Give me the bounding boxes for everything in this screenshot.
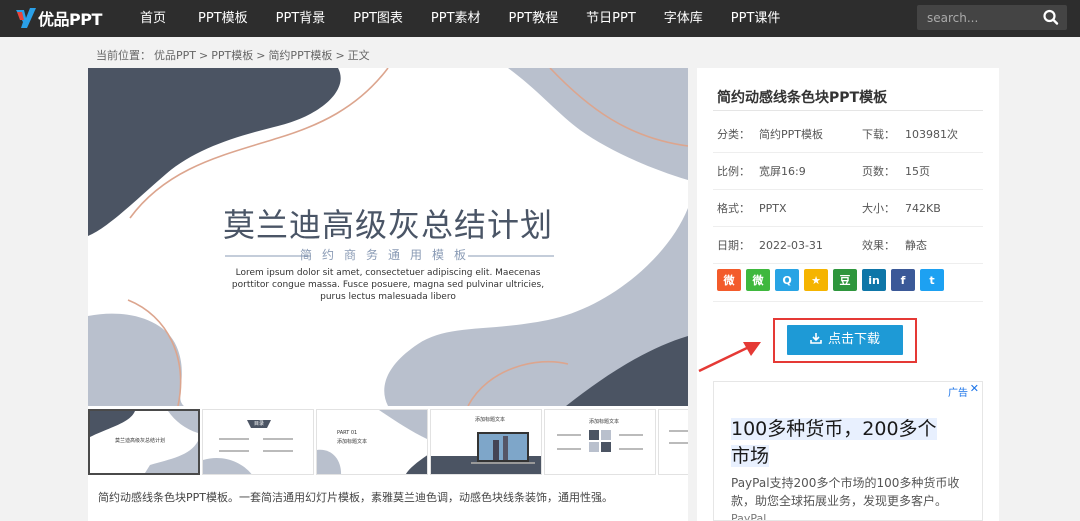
breadcrumb-home[interactable]: 优品PPT — [154, 49, 196, 62]
nav-item-ppt-backgrounds[interactable]: PPT背景 — [264, 0, 338, 37]
effect-label: 效果： — [862, 239, 895, 252]
pages-label: 页数： — [862, 165, 895, 178]
nav-item-fonts[interactable]: 字体库 — [652, 0, 715, 37]
download-label: 点击下载 — [827, 332, 880, 347]
main-nav: 首页 PPT模板 PPT背景 PPT图表 PPT素材 PPT教程 节日PPT 字… — [128, 0, 796, 37]
top-navigation-bar: 优品PPT 首页 PPT模板 PPT背景 PPT图表 PPT素材 PPT教程 节… — [0, 0, 1080, 37]
divider — [713, 301, 983, 302]
info-row-category: 分类： 简约PPT模板 下载： 103981次 — [713, 116, 983, 153]
share-douban-icon[interactable]: 豆 — [833, 269, 857, 291]
preview-subtitle: 简约商务通用模板 — [299, 248, 476, 262]
thumbnail-caption: 添加标题文本 — [475, 417, 506, 423]
breadcrumb-separator: > — [199, 49, 209, 62]
download-button[interactable]: 点击下载 — [787, 325, 903, 355]
format-value: PPTX — [759, 202, 787, 215]
share-wechat-icon[interactable]: 微 — [746, 269, 770, 291]
advertisement[interactable]: 广告 ✕ 100多种货币，200多个 市场 PayPal支持200多个市场的10… — [713, 381, 983, 521]
red-arrow-annotation — [698, 342, 761, 373]
nav-item-ppt-charts[interactable]: PPT图表 — [341, 0, 415, 37]
ratio-value: 宽屏16:9 — [759, 165, 806, 178]
thumbnail-2[interactable]: 目录 — [202, 409, 314, 475]
search-icon[interactable] — [1041, 8, 1061, 27]
ad-headline-line1: 100多种货币，200多个 — [731, 418, 937, 440]
ad-body: PayPal支持200多个市场的100多种货币收款，助您全球拓展业务，发现更多客… — [731, 476, 960, 508]
share-weibo-icon[interactable]: 微 — [717, 269, 741, 291]
site-logo[interactable]: 优品PPT — [14, 3, 102, 33]
downloads-value: 103981次 — [905, 128, 958, 141]
breadcrumb: 当前位置： 优品PPT > PPT模板 > 简约PPT模板 > 正文 — [96, 47, 373, 63]
thumbnail-3[interactable]: PART 01 添加标题文本 — [316, 409, 428, 475]
template-preview[interactable]: 莫兰迪高级灰总结计划 简约商务通用模板 Lorem ipsum dolor si… — [88, 68, 688, 406]
download-icon — [810, 333, 822, 344]
breadcrumb-separator: > — [335, 49, 345, 62]
thumbnail-caption: 莫兰迪高级灰总结计划 — [115, 438, 166, 444]
ratio-label: 比例： — [717, 165, 750, 178]
ad-headline-line2: 市场 — [731, 445, 770, 467]
share-qzone-icon[interactable]: ★ — [804, 269, 828, 291]
nav-item-home[interactable]: 首页 — [128, 0, 178, 37]
share-buttons: 微微 Q ★ 豆 in f t — [717, 269, 949, 291]
breadcrumb-current: 正文 — [347, 49, 370, 62]
size-value: 742KB — [905, 202, 941, 215]
date-value: 2022-03-31 — [759, 239, 823, 252]
breadcrumb-simple-templates[interactable]: 简约PPT模板 — [268, 49, 332, 62]
thumbnail-5[interactable]: 添加标题文本 — [544, 409, 656, 475]
logo-text: 优品PPT — [38, 10, 102, 29]
thumbnail-caption: 添加标题文本 — [337, 439, 368, 445]
thumbnail-caption: PART 01 — [337, 430, 358, 436]
ad-headline[interactable]: 100多种货币，200多个 市场 — [731, 416, 971, 470]
nav-item-holiday-ppt[interactable]: 节日PPT — [574, 0, 648, 37]
info-row-date: 日期： 2022-03-31 效果： 静态 — [713, 227, 983, 264]
nav-item-ppt-tutorials[interactable]: PPT教程 — [497, 0, 571, 37]
breadcrumb-ppt-templates[interactable]: PPT模板 — [211, 49, 253, 62]
breadcrumb-separator: > — [256, 49, 266, 62]
close-icon[interactable]: ✕ — [970, 382, 979, 395]
ad-brand: PayPal — [731, 512, 767, 521]
thumbnail-caption: 目录 — [254, 421, 265, 427]
thumbnail-art — [317, 410, 427, 474]
downloads-label: 下载： — [862, 128, 895, 141]
template-title: 简约动感线条色块PPT模板 — [717, 90, 888, 106]
download-highlight-box: 点击下载 — [773, 318, 917, 363]
share-linkedin-icon[interactable]: in — [862, 269, 886, 291]
preview-title: 莫兰迪高级灰总结计划 — [222, 206, 553, 244]
main-content: 莫兰迪高级灰总结计划 简约商务通用模板 Lorem ipsum dolor si… — [88, 68, 688, 521]
thumbnail-1[interactable]: 莫兰迪高级灰总结计划 — [88, 409, 200, 475]
date-label: 日期： — [717, 239, 750, 252]
effect-value: 静态 — [905, 239, 927, 252]
template-description: 简约动感线条色块PPT模板。一套简洁通用幻灯片模板，素雅莫兰迪色调，动感色块线条… — [98, 491, 613, 504]
nav-item-ppt-courseware[interactable]: PPT课件 — [719, 0, 793, 37]
info-row-ratio: 比例： 宽屏16:9 页数： 15页 — [713, 153, 983, 190]
thumbnail-caption: 添加标题文本 — [589, 419, 620, 425]
ad-label: 广告 — [948, 388, 968, 399]
thumbnail-strip: 莫兰迪高级灰总结计划 目录 PART 01 添加标题文本 添加标题文本 添加标题… — [88, 409, 688, 475]
preview-body-text: Lorem ipsum dolor sit amet, consectetuer… — [231, 268, 545, 302]
thumbnail-6[interactable] — [658, 409, 688, 475]
format-label: 格式： — [717, 202, 750, 215]
breadcrumb-prefix: 当前位置： — [96, 49, 151, 62]
thumbnail-4[interactable]: 添加标题文本 — [430, 409, 542, 475]
share-twitter-icon[interactable]: t — [920, 269, 944, 291]
thumbnail-art — [669, 430, 688, 444]
search-input[interactable] — [917, 5, 1039, 30]
share-facebook-icon[interactable]: f — [891, 269, 915, 291]
info-row-format: 格式： PPTX 大小： 742KB — [713, 190, 983, 227]
divider — [713, 110, 983, 111]
nav-item-ppt-materials[interactable]: PPT素材 — [419, 0, 493, 37]
share-qq-icon[interactable]: Q — [775, 269, 799, 291]
size-label: 大小： — [862, 202, 895, 215]
category-label: 分类： — [717, 128, 750, 141]
category-value[interactable]: 简约PPT模板 — [759, 116, 823, 153]
pages-value: 15页 — [905, 165, 930, 178]
search-box — [917, 5, 1067, 30]
nav-item-ppt-templates[interactable]: PPT模板 — [186, 0, 260, 37]
logo-icon — [16, 8, 36, 28]
